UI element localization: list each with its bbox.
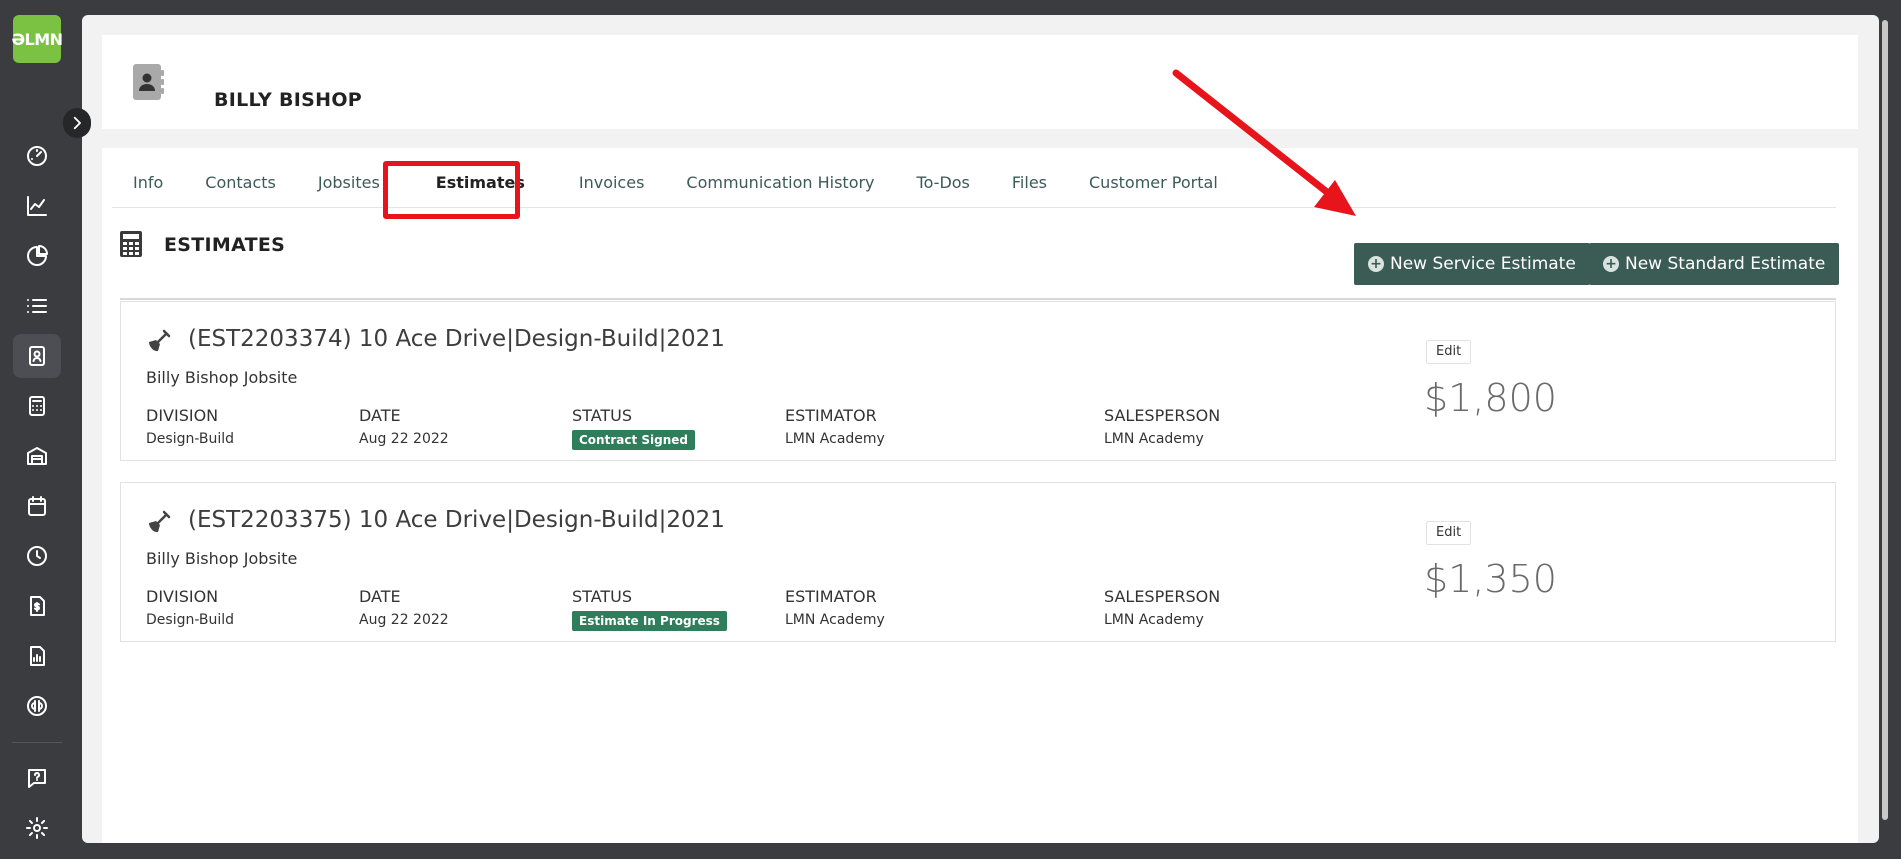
tab-files[interactable]: Files bbox=[991, 163, 1068, 203]
date-value: Aug 22 2022 bbox=[359, 612, 449, 628]
tab-customer-portal[interactable]: Customer Portal bbox=[1068, 163, 1239, 203]
pie-chart-icon[interactable] bbox=[13, 234, 61, 278]
scrollbar-thumb[interactable] bbox=[1882, 20, 1888, 820]
status-badge: Estimate In Progress bbox=[572, 611, 727, 631]
salesperson-column: SALESPERSON LMN Academy bbox=[1104, 587, 1220, 628]
customer-name: BILLY BISHOP bbox=[214, 89, 362, 111]
section-title: ESTIMATES bbox=[164, 234, 286, 256]
tab-bar: Info Contacts Jobsites Estimates Invoice… bbox=[112, 163, 1836, 208]
page-scrollbar[interactable] bbox=[1880, 20, 1890, 840]
estimate-title[interactable]: (EST2203374) 10 Ace Drive|Design-Build|2… bbox=[188, 326, 725, 352]
division-value: Design-Build bbox=[146, 612, 235, 628]
invoice-icon[interactable] bbox=[13, 584, 61, 628]
estimator-value: LMN Academy bbox=[785, 612, 885, 628]
salesperson-value: LMN Academy bbox=[1104, 612, 1204, 628]
calculator-icon bbox=[120, 231, 142, 257]
jobsite-name: Billy Bishop Jobsite bbox=[146, 368, 298, 387]
new-standard-estimate-button[interactable]: + New Standard Estimate bbox=[1589, 243, 1840, 285]
main-panel: BILLY BISHOP Info Contacts Jobsites Esti… bbox=[82, 15, 1879, 843]
division-label: DIVISION bbox=[146, 587, 219, 606]
tab-communication-history[interactable]: Communication History bbox=[665, 163, 895, 203]
division-column: DIVISION Design-Build bbox=[146, 587, 234, 628]
salesperson-label: SALESPERSON bbox=[1104, 587, 1221, 606]
list-icon[interactable] bbox=[13, 284, 61, 328]
date-label: DATE bbox=[359, 587, 401, 606]
rail-divider bbox=[12, 742, 62, 743]
dashboard-icon[interactable] bbox=[13, 134, 61, 178]
date-value: Aug 22 2022 bbox=[359, 431, 449, 447]
help-icon[interactable] bbox=[13, 756, 61, 800]
button-label: New Service Estimate bbox=[1390, 254, 1576, 274]
date-column: DATE Aug 22 2022 bbox=[359, 587, 449, 628]
tab-jobsites[interactable]: Jobsites bbox=[297, 163, 401, 203]
chart-line-icon[interactable] bbox=[13, 184, 61, 228]
division-column: DIVISION Design-Build bbox=[146, 406, 234, 447]
division-value: Design-Build bbox=[146, 431, 235, 447]
edit-estimate-button[interactable]: Edit bbox=[1426, 340, 1472, 364]
customer-header: BILLY BISHOP bbox=[102, 35, 1858, 129]
settings-icon[interactable] bbox=[13, 806, 61, 850]
jobsite-name: Billy Bishop Jobsite bbox=[146, 549, 298, 568]
shovel-icon bbox=[149, 510, 171, 533]
status-label: STATUS bbox=[572, 406, 633, 425]
estimate-row: (EST2203374) 10 Ace Drive|Design-Build|2… bbox=[120, 301, 1836, 461]
salesperson-label: SALESPERSON bbox=[1104, 406, 1221, 425]
tab-contacts[interactable]: Contacts bbox=[184, 163, 297, 203]
estimator-label: ESTIMATOR bbox=[785, 406, 877, 425]
status-badge: Contract Signed bbox=[572, 430, 695, 450]
estimate-row: (EST2203375) 10 Ace Drive|Design-Build|2… bbox=[120, 482, 1836, 642]
new-service-estimate-button[interactable]: + New Service Estimate bbox=[1354, 243, 1590, 285]
estimate-amount: $1,800 bbox=[1424, 376, 1557, 420]
tab-invoices[interactable]: Invoices bbox=[558, 163, 666, 203]
clock-icon[interactable] bbox=[13, 534, 61, 578]
estimator-column: ESTIMATOR LMN Academy bbox=[785, 587, 885, 628]
content-card: Info Contacts Jobsites Estimates Invoice… bbox=[102, 148, 1858, 843]
tab-to-dos[interactable]: To-Dos bbox=[896, 163, 991, 203]
estimator-label: ESTIMATOR bbox=[785, 587, 877, 606]
quickbooks-icon[interactable] bbox=[13, 684, 61, 728]
shovel-icon bbox=[149, 329, 171, 352]
contact-card-icon[interactable] bbox=[13, 334, 61, 378]
date-label: DATE bbox=[359, 406, 401, 425]
division-label: DIVISION bbox=[146, 406, 219, 425]
warehouse-icon[interactable] bbox=[13, 434, 61, 478]
estimator-value: LMN Academy bbox=[785, 431, 885, 447]
section-divider bbox=[120, 298, 1836, 300]
status-label: STATUS bbox=[572, 587, 633, 606]
calendar-icon[interactable] bbox=[13, 484, 61, 528]
tab-info[interactable]: Info bbox=[112, 163, 184, 203]
status-column: STATUS Contract Signed bbox=[572, 406, 695, 450]
estimate-amount: $1,350 bbox=[1424, 557, 1557, 601]
lmn-logo[interactable]: ƏLMN bbox=[11, 15, 63, 63]
chevron-right-icon bbox=[73, 116, 81, 130]
calculator-icon[interactable] bbox=[13, 384, 61, 428]
estimator-column: ESTIMATOR LMN Academy bbox=[785, 406, 885, 447]
button-label: New Standard Estimate bbox=[1625, 254, 1826, 274]
expand-sidebar-button[interactable] bbox=[63, 108, 91, 138]
tab-estimates[interactable]: Estimates bbox=[401, 163, 558, 203]
report-icon[interactable] bbox=[13, 634, 61, 678]
edit-estimate-button[interactable]: Edit bbox=[1426, 521, 1472, 545]
salesperson-column: SALESPERSON LMN Academy bbox=[1104, 406, 1220, 447]
address-book-icon bbox=[133, 64, 164, 100]
status-column: STATUS Estimate In Progress bbox=[572, 587, 727, 631]
plus-circle-icon: + bbox=[1603, 256, 1619, 272]
estimate-title[interactable]: (EST2203375) 10 Ace Drive|Design-Build|2… bbox=[188, 507, 725, 533]
date-column: DATE Aug 22 2022 bbox=[359, 406, 449, 447]
salesperson-value: LMN Academy bbox=[1104, 431, 1204, 447]
plus-circle-icon: + bbox=[1368, 256, 1384, 272]
